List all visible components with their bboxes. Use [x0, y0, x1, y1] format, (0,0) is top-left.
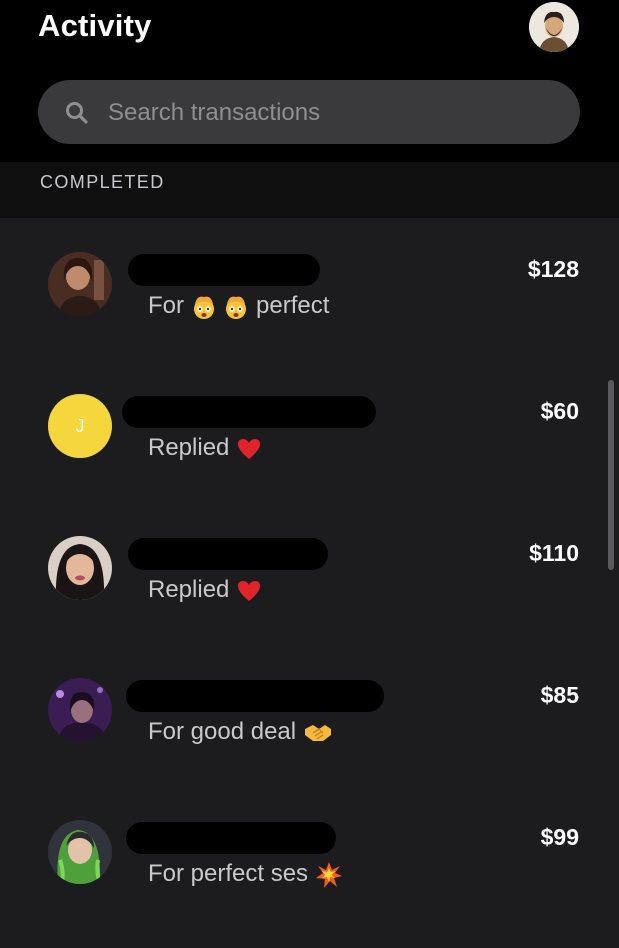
scrollbar[interactable]: [608, 380, 614, 570]
transaction-amount: $128: [527, 256, 579, 282]
avatar: [48, 678, 112, 742]
avatar: [48, 820, 112, 884]
redacted-name: [126, 680, 384, 712]
search-input[interactable]: [106, 80, 550, 146]
transaction-row[interactable]: For good deal $85: [0, 676, 619, 806]
transaction-note: For good deal: [148, 718, 333, 746]
redacted-name: [122, 396, 376, 428]
avatar-initial: J: [75, 416, 85, 436]
contact-photo-icon: [48, 252, 112, 316]
page-title: Activity: [38, 8, 152, 43]
redacted-name: [128, 254, 320, 286]
transaction-note: Replied: [148, 576, 262, 604]
transaction-note: For perfect: [148, 292, 330, 319]
red-heart-icon: [238, 438, 261, 459]
contact-photo-icon: [48, 678, 112, 742]
transaction-note: Replied: [148, 434, 262, 462]
avatar: [48, 536, 112, 600]
exploding-head-icon: [193, 296, 214, 319]
contact-photo-icon: [48, 820, 112, 884]
search-icon: [66, 102, 88, 124]
profile-avatar-button[interactable]: [529, 2, 579, 52]
redacted-name: [126, 822, 336, 854]
user-avatar-icon: [529, 2, 579, 52]
transaction-row[interactable]: For perfect $128: [0, 250, 619, 380]
section-label-completed: COMPLETED: [40, 172, 165, 192]
transaction-amount: $60: [540, 398, 579, 424]
transaction-row[interactable]: J Replied $60: [0, 392, 619, 522]
handshake-icon: [304, 724, 331, 741]
transaction-amount: $110: [529, 540, 579, 566]
transaction-row[interactable]: Replied $110: [0, 534, 619, 664]
red-heart-icon: [238, 580, 261, 601]
contact-photo-icon: [48, 536, 112, 600]
transaction-note: For perfect ses: [148, 860, 343, 889]
search-bar[interactable]: [38, 80, 580, 146]
exploding-head-icon: [226, 296, 247, 319]
avatar: J: [48, 394, 112, 458]
avatar: [48, 252, 112, 316]
transaction-amount: $85: [540, 682, 579, 708]
redacted-name: [128, 538, 328, 570]
collision-icon: [315, 861, 342, 888]
transaction-amount: $99: [540, 824, 579, 850]
transaction-row[interactable]: For perfect ses $99: [0, 818, 619, 948]
